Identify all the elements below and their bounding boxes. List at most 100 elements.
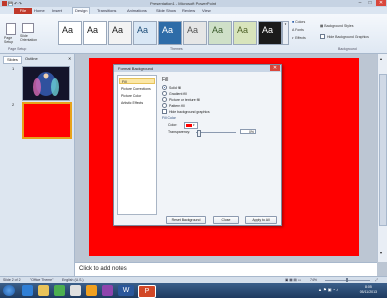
- zoom-handle[interactable]: [346, 278, 348, 282]
- vertical-scrollbar[interactable]: ▴ ▾: [377, 54, 387, 262]
- hide-graphics-label: Hide background graphics: [169, 109, 210, 114]
- background-group-label: Background: [338, 47, 357, 51]
- language[interactable]: English (U.S.): [62, 278, 84, 282]
- minimize-button[interactable]: –: [355, 0, 365, 6]
- tab-design[interactable]: Design: [72, 7, 91, 14]
- background-styles-label: Background Styles: [324, 24, 354, 28]
- reset-background-button[interactable]: Reset Background: [166, 216, 206, 224]
- notes-pane[interactable]: Click to add notes: [75, 262, 377, 277]
- chrome-icon[interactable]: [86, 285, 97, 296]
- checkbox-icon: [162, 109, 167, 114]
- theme-4[interactable]: Aa: [133, 21, 157, 45]
- word-icon[interactable]: W: [118, 285, 134, 296]
- theme-aa: Aa: [187, 25, 199, 35]
- media-icon[interactable]: [54, 285, 65, 296]
- tab-outline[interactable]: Outline: [22, 56, 41, 62]
- close-dialog-button[interactable]: Close: [213, 216, 239, 224]
- scroll-thumb[interactable]: [379, 74, 387, 226]
- option-label: Solid fill: [169, 85, 182, 90]
- transparency-slider[interactable]: [196, 132, 236, 133]
- theme-7[interactable]: Aa: [208, 21, 232, 45]
- theme-3[interactable]: Aa: [108, 21, 132, 45]
- theme-2[interactable]: Aa: [83, 21, 107, 45]
- pattern-fill-option[interactable]: Pattern fill: [162, 103, 185, 108]
- hide-background-checkbox[interactable]: Hide Background Graphics: [320, 34, 369, 39]
- solid-fill-option[interactable]: Solid fill: [162, 85, 181, 90]
- sidebar-item-picture-color[interactable]: Picture Color: [119, 93, 155, 99]
- transparency-input[interactable]: 0%: [240, 129, 256, 134]
- clock[interactable]: 8:05 05/11/2013: [360, 285, 377, 295]
- ribbon: Page Setup Slide Orientation Page Setup …: [0, 14, 387, 54]
- app-icon[interactable]: [102, 285, 113, 296]
- zoom-level[interactable]: 74%: [310, 278, 317, 282]
- close-button[interactable]: ✕: [376, 0, 386, 6]
- page-setup-label: Page Setup: [4, 36, 14, 44]
- theme-aa: Aa: [112, 25, 124, 35]
- apply-to-all-button[interactable]: Apply to All: [245, 216, 277, 224]
- sidebar-item-artistic-effects[interactable]: Artistic Effects: [119, 100, 155, 106]
- dialog-sidebar: Fill Picture Corrections Picture Color A…: [117, 75, 157, 215]
- ie-icon[interactable]: [22, 285, 33, 296]
- option-label: Picture or texture fill: [169, 97, 200, 102]
- app-icon: [2, 1, 7, 6]
- background-styles-button[interactable]: ▦ Background Styles: [320, 24, 353, 28]
- radio-icon: [162, 91, 167, 96]
- page-setup-button[interactable]: Page Setup: [4, 23, 18, 44]
- themes-scroll-button[interactable]: ▾: [282, 21, 289, 45]
- clock-date: 05/11/2013: [359, 290, 377, 294]
- folder-icon[interactable]: [38, 285, 49, 296]
- taskbar: W P ▲ ⚑ ▣ ◔ ♪ 8:05 05/11/2013: [0, 283, 387, 298]
- hide-graphics-checkbox[interactable]: Hide background graphics: [162, 109, 210, 114]
- theme-6[interactable]: Aa: [183, 21, 207, 45]
- orientation-icon: [22, 23, 34, 33]
- theme-9[interactable]: Aa: [258, 21, 282, 45]
- quick-access-toolbar[interactable]: 💾 ↶ ↷: [8, 1, 22, 6]
- slide-number: 2: [12, 102, 15, 107]
- start-button[interactable]: [3, 285, 15, 296]
- fit-slide-icon[interactable]: ⤢: [375, 278, 378, 282]
- picture-fill-option[interactable]: Picture or texture fill: [162, 97, 200, 102]
- theme-8[interactable]: Aa: [233, 21, 257, 45]
- close-panel-icon[interactable]: ✕: [68, 56, 71, 61]
- window-title: Presentation1 - Microsoft PowerPoint: [150, 1, 217, 6]
- scroll-down-icon[interactable]: ▾: [380, 250, 382, 255]
- hide-background-label: Hide Background Graphics: [327, 34, 369, 39]
- slide-orientation-label: Slide Orientation: [20, 34, 38, 42]
- theme-office[interactable]: Aa: [58, 21, 82, 45]
- page-setup-group-label: Page Setup: [8, 47, 27, 51]
- sidebar-item-picture-corrections[interactable]: Picture Corrections: [119, 86, 155, 92]
- theme-5[interactable]: Aa: [158, 21, 182, 45]
- app-icon[interactable]: [70, 285, 81, 296]
- theme-aa: Aa: [62, 25, 74, 35]
- effects-button[interactable]: ◐ Effects: [292, 36, 306, 40]
- slide-1-image: [23, 67, 69, 100]
- radio-icon: [162, 103, 167, 108]
- maximize-button[interactable]: □: [365, 0, 375, 6]
- section-title: Fill: [162, 77, 169, 83]
- slider-handle[interactable]: [197, 130, 201, 137]
- dialog-close-button[interactable]: ✕: [270, 65, 280, 71]
- theme-aa: Aa: [262, 25, 274, 35]
- format-background-dialog: Format Background ✕ Fill Picture Correct…: [113, 64, 282, 226]
- slide-thumbnail-2[interactable]: [22, 102, 72, 139]
- color-picker-button[interactable]: ▾: [184, 122, 198, 129]
- colors-label: Colors: [295, 20, 306, 24]
- fonts-button[interactable]: A Fonts: [292, 28, 304, 32]
- effects-label: Effects: [295, 36, 306, 40]
- slide-orientation-button[interactable]: Slide Orientation: [20, 23, 38, 42]
- slide-thumbnail-1[interactable]: [22, 66, 70, 101]
- tab-slides[interactable]: Slides: [3, 56, 22, 64]
- theme-aa: Aa: [137, 25, 149, 35]
- sidebar-item-fill[interactable]: Fill: [119, 78, 155, 84]
- theme-aa: Aa: [87, 25, 99, 35]
- gradient-fill-option[interactable]: Gradient fill: [162, 91, 187, 96]
- page-icon: [6, 23, 16, 35]
- dialog-title-bar: Format Background ✕: [114, 65, 281, 72]
- scroll-up-icon[interactable]: ▴: [380, 56, 382, 61]
- system-tray-icons[interactable]: ▲ ⚑ ▣ ◔ ♪: [318, 287, 338, 292]
- colors-button[interactable]: ■ Colors: [292, 20, 305, 24]
- view-buttons[interactable]: ▣ ▦ ▤ ▭: [285, 278, 301, 282]
- powerpoint-icon[interactable]: P: [138, 285, 156, 298]
- radio-icon: [162, 97, 167, 102]
- colors-icon: ■: [292, 20, 295, 24]
